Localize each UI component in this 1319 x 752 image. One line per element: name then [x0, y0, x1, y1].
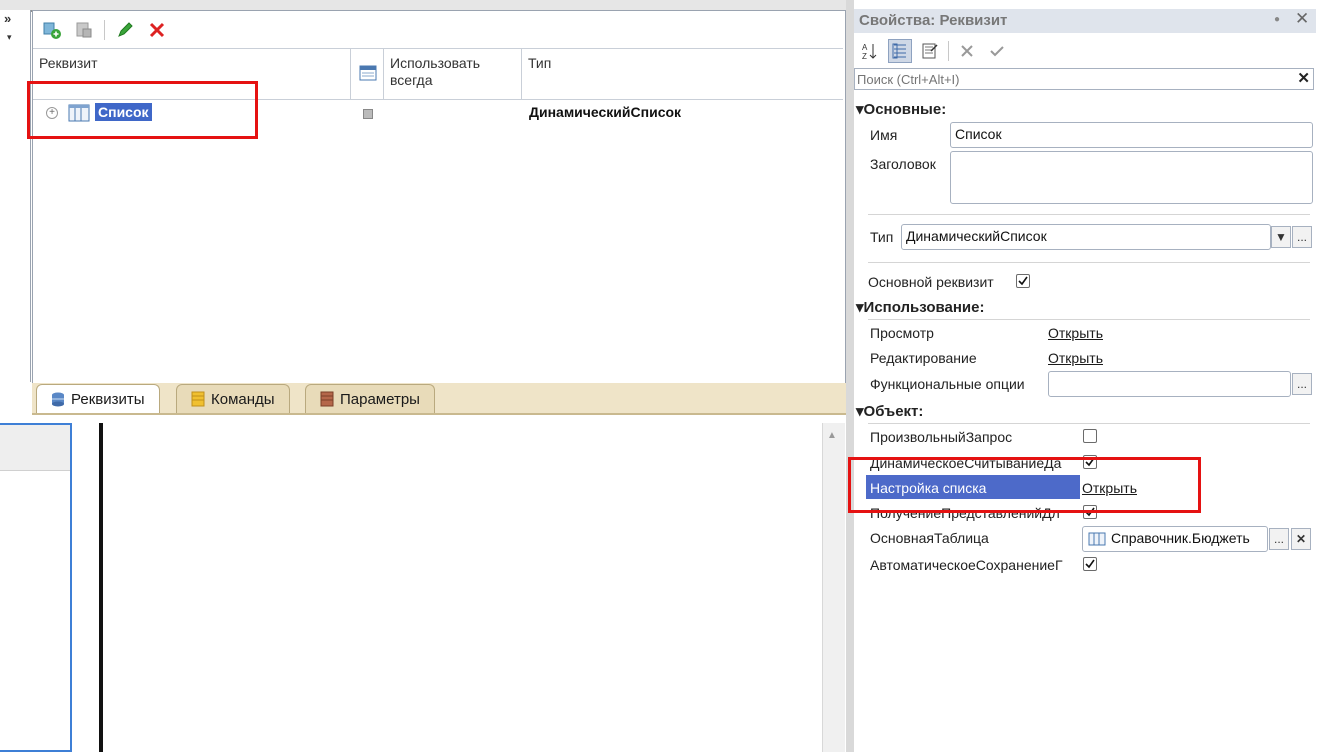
toolbar-separator	[104, 20, 105, 40]
section-main[interactable]: ▾Основные:	[856, 100, 946, 118]
svg-text:Z: Z	[862, 52, 867, 61]
section-usage[interactable]: ▾Использование:	[856, 298, 984, 316]
svg-text:A: A	[862, 43, 868, 52]
section-usage-label: Использование:	[863, 299, 985, 316]
categorized-view-icon[interactable]	[888, 39, 912, 63]
properties-search: ✕	[854, 68, 1314, 90]
name-field[interactable]: Список	[950, 122, 1313, 148]
tab-parameters-label: Параметры	[340, 390, 420, 408]
dropdown-arrow-icon[interactable]: ▾	[7, 32, 12, 43]
vertical-scrollbar[interactable]	[822, 423, 845, 752]
main-table-select-button[interactable]: ...	[1269, 528, 1289, 550]
properties-title-bar: Свойства: Реквизит	[854, 9, 1316, 33]
toolbar-separator	[948, 41, 949, 61]
highlight-box-list-settings	[848, 457, 1201, 513]
edit-label: Редактирование	[870, 350, 977, 366]
tab-attributes-label: Реквизиты	[71, 390, 145, 408]
apply-check-icon[interactable]	[985, 39, 1009, 63]
tab-attributes[interactable]: Реквизиты	[36, 384, 160, 413]
clear-search-icon[interactable]: ✕	[1297, 69, 1310, 87]
sort-az-icon[interactable]: AZ	[858, 39, 882, 63]
catalog-table-icon	[1088, 532, 1106, 546]
column-use-always[interactable]: Использовать всегда	[384, 49, 522, 99]
tab-parameters[interactable]: Параметры	[305, 384, 435, 413]
caption-label: Заголовок	[870, 156, 936, 172]
auto-save-checkbox[interactable]	[1083, 557, 1097, 571]
edit-pencil-icon[interactable]	[113, 18, 137, 42]
use-always-checkbox[interactable]	[363, 109, 373, 119]
stack-blue-icon	[52, 392, 64, 407]
stack-brown-icon	[320, 391, 334, 407]
filter-icon[interactable]	[918, 39, 942, 63]
stack-yellow-icon	[191, 391, 205, 407]
functional-options-select-button[interactable]: ...	[1292, 373, 1312, 395]
main-table-field[interactable]: Справочник.Бюджеть	[1082, 526, 1268, 552]
main-table-label: ОсновнаяТаблица	[870, 530, 989, 546]
attribute-type: ДинамическийСписок	[529, 104, 682, 120]
view-label: Просмотр	[870, 325, 934, 341]
close-icon[interactable]: ✕	[1295, 9, 1309, 29]
properties-toolbar: AZ	[858, 38, 1009, 64]
splitter-bar[interactable]	[99, 423, 103, 752]
functional-options-field[interactable]	[1048, 371, 1291, 397]
pin-icon[interactable]: ●	[1274, 14, 1280, 25]
add-subattribute-icon[interactable]	[72, 18, 96, 42]
type-select-button[interactable]: ...	[1292, 226, 1312, 248]
add-attribute-icon[interactable]	[40, 18, 64, 42]
main-attribute-checkbox[interactable]	[1016, 274, 1030, 288]
arbitrary-query-checkbox[interactable]	[1083, 429, 1097, 443]
divider	[868, 319, 1310, 320]
section-object-label: Объект:	[863, 403, 924, 420]
search-input[interactable]	[857, 71, 1287, 87]
divider	[868, 262, 1310, 263]
tab-commands-label: Команды	[211, 390, 275, 408]
divider	[868, 214, 1310, 215]
highlight-box-attribute	[27, 81, 258, 139]
divider	[868, 423, 1310, 424]
tab-commands[interactable]: Команды	[176, 384, 290, 413]
delete-icon[interactable]	[145, 18, 169, 42]
form-elements-panel[interactable]	[0, 423, 72, 752]
scroll-up-icon[interactable]: ▲	[827, 430, 837, 441]
main-attribute-label: Основной реквизит	[868, 274, 994, 290]
name-label: Имя	[870, 127, 898, 143]
panel-divider[interactable]	[846, 0, 854, 752]
expand-chevron-icon[interactable]: »	[4, 12, 11, 25]
section-object[interactable]: ▾Объект:	[856, 402, 923, 420]
main-table-clear-icon[interactable]: ✕	[1291, 528, 1311, 550]
functional-options-label: Функциональные опции	[870, 376, 1025, 392]
form-elements-header	[0, 425, 70, 471]
section-main-label: Основные:	[863, 101, 947, 118]
left-collapsed-panel	[0, 10, 31, 382]
edit-open-link[interactable]: Открыть	[1048, 350, 1103, 366]
type-label: Тип	[870, 229, 894, 245]
column-icon	[351, 49, 384, 99]
caption-field[interactable]	[950, 151, 1313, 204]
attributes-toolbar	[40, 17, 169, 43]
cancel-icon[interactable]	[955, 39, 979, 63]
type-field[interactable]: ДинамическийСписок	[901, 224, 1271, 250]
column-type[interactable]: Тип	[522, 49, 842, 99]
arbitrary-query-label: ПроизвольныйЗапрос	[870, 429, 1013, 445]
type-dropdown-icon[interactable]: ▼	[1271, 226, 1291, 248]
view-open-link[interactable]: Открыть	[1048, 325, 1103, 341]
auto-save-label: АвтоматическоеСохранениеГ	[870, 557, 1063, 573]
